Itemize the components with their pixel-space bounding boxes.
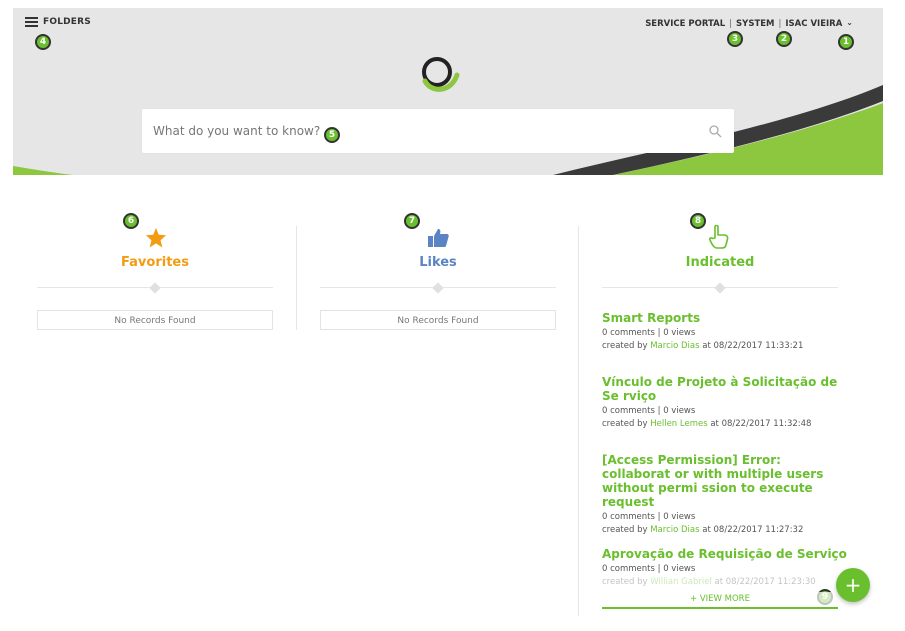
- created-at: at 08/22/2017 11:33:21: [702, 341, 804, 351]
- item-stats: 0 comments | 0 views: [602, 512, 696, 522]
- author-link[interactable]: Marcio Dias: [650, 341, 699, 351]
- created-by-label: created by: [602, 577, 648, 587]
- service-portal-link[interactable]: SERVICE PORTAL: [645, 19, 725, 29]
- marker-4: 4: [35, 34, 51, 50]
- item-created-by: created by Marcio Dias at 08/22/2017 11:…: [602, 340, 847, 353]
- view-more-button[interactable]: + VIEW MORE: [602, 592, 838, 609]
- likes-empty-state: No Records Found: [320, 310, 556, 330]
- item-created-by: created by Marcio Dias at 08/22/2017 11:…: [602, 524, 842, 537]
- user-menu-link[interactable]: ISAC VIEIRA: [785, 19, 842, 29]
- marker-5: 5: [324, 127, 340, 143]
- item-created-by: created by Willian Gabriel at 08/22/2017…: [602, 576, 847, 589]
- header-banner: FOLDERS SERVICE PORTAL | SYSTEM | ISAC V…: [13, 8, 883, 175]
- marker-6: 6: [123, 213, 139, 229]
- created-at: at 08/22/2017 11:27:32: [702, 525, 804, 535]
- item-title-link[interactable]: Vínculo de Projeto à Solicitação de Se r…: [602, 375, 842, 403]
- folders-label: FOLDERS: [43, 17, 91, 27]
- nav-separator: |: [778, 19, 782, 29]
- marker-7: 7: [404, 213, 420, 229]
- created-at: at 08/22/2017 11:32:48: [710, 419, 812, 429]
- author-link[interactable]: Hellen Lemes: [650, 419, 707, 429]
- diamond-ornament: [149, 282, 161, 294]
- hamburger-icon: [25, 17, 38, 27]
- search-input[interactable]: [142, 109, 683, 153]
- marker-2: 2: [776, 31, 792, 47]
- item-stats: 0 comments | 0 views: [602, 564, 696, 574]
- created-by-label: created by: [602, 419, 648, 429]
- item-created-by: created by Hellen Lemes at 08/22/2017 11…: [602, 418, 842, 431]
- marker-8: 8: [690, 213, 706, 229]
- list-item: Aprovação de Requisição de Serviço 0 com…: [602, 547, 847, 589]
- add-button[interactable]: +: [836, 568, 870, 602]
- item-stats: 0 comments | 0 views: [602, 328, 696, 338]
- indicated-title: Indicated: [685, 255, 755, 270]
- favorites-empty-state: No Records Found: [37, 310, 273, 330]
- list-item: Smart Reports 0 comments | 0 views creat…: [602, 311, 847, 353]
- list-item: Vínculo de Projeto à Solicitação de Se r…: [602, 375, 842, 431]
- diamond-ornament: [432, 282, 444, 294]
- nav-separator: |: [729, 19, 733, 29]
- created-at: at 08/22/2017 11:23:30: [714, 577, 816, 587]
- logo-icon: [422, 57, 460, 92]
- list-item: [Access Permission] Error: collaborat or…: [602, 453, 842, 537]
- created-by-label: created by: [602, 341, 648, 351]
- diamond-ornament: [714, 282, 726, 294]
- search-box: [142, 109, 734, 153]
- author-link[interactable]: Marcio Dias: [650, 525, 699, 535]
- item-stats: 0 comments | 0 views: [602, 406, 696, 416]
- favorites-title: Favorites: [121, 255, 189, 270]
- created-by-label: created by: [602, 525, 648, 535]
- marker-1: 1: [838, 34, 854, 50]
- marker-3: 3: [727, 31, 743, 47]
- column-separator: [296, 226, 297, 330]
- pointing-hand-icon: [708, 224, 729, 249]
- folders-menu-button[interactable]: FOLDERS: [25, 17, 91, 27]
- author-link[interactable]: Willian Gabriel: [650, 577, 712, 587]
- item-title-link[interactable]: Smart Reports: [602, 311, 847, 325]
- search-icon[interactable]: [708, 124, 722, 138]
- item-title-link[interactable]: Aprovação de Requisição de Serviço: [602, 547, 847, 561]
- chevron-down-icon[interactable]: ⌄: [846, 18, 853, 27]
- column-separator: [578, 226, 579, 616]
- star-icon: [145, 227, 167, 248]
- top-navigation: SERVICE PORTAL | SYSTEM | ISAC VIEIRA ⌄: [645, 18, 853, 29]
- thumbs-up-icon: [428, 229, 449, 247]
- system-link[interactable]: SYSTEM: [736, 19, 774, 29]
- likes-title: Likes: [419, 255, 457, 270]
- item-title-link[interactable]: [Access Permission] Error: collaborat or…: [602, 453, 842, 509]
